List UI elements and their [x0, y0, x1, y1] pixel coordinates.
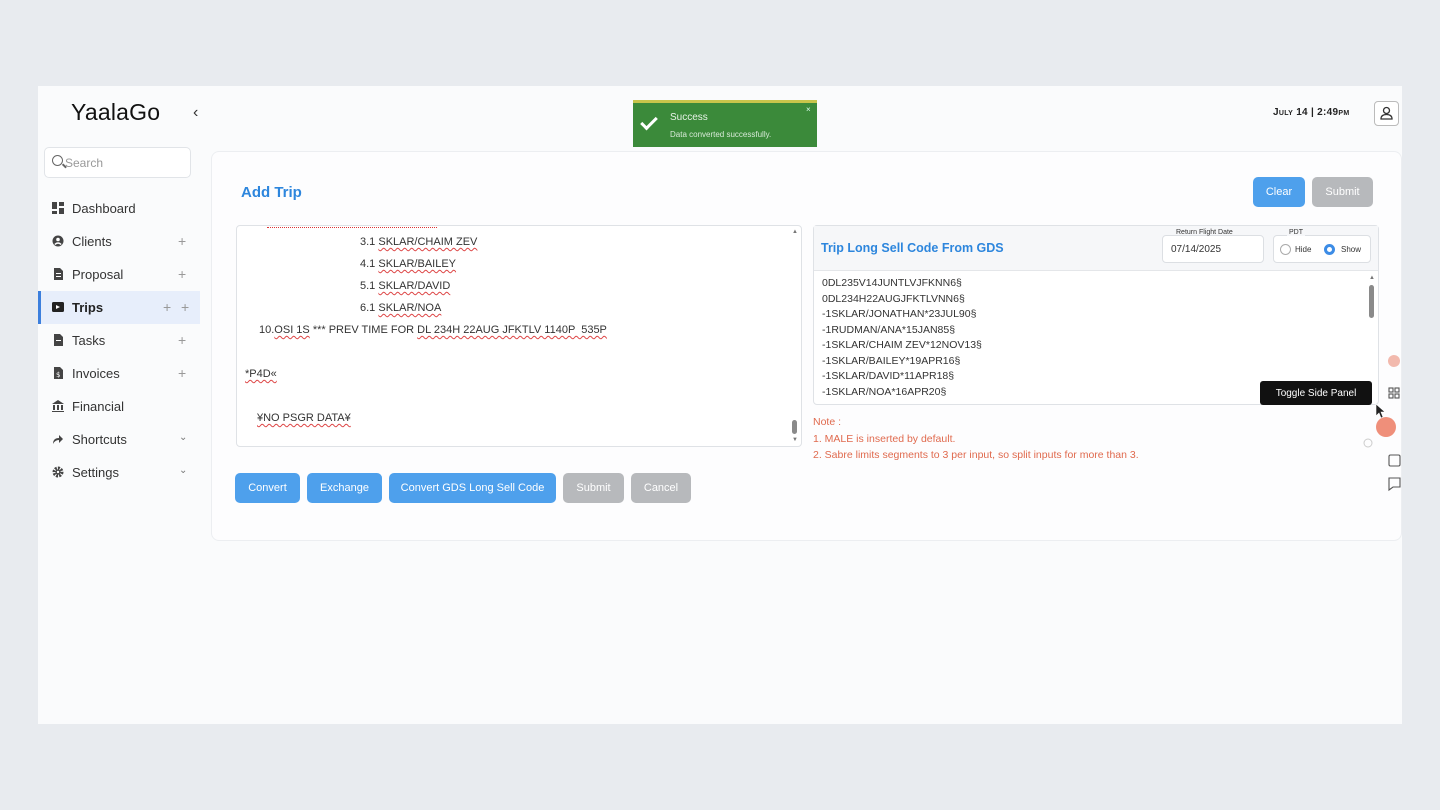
gear-icon: [52, 466, 64, 478]
sidebar-item-label: Dashboard: [72, 201, 136, 216]
scroll-thumb[interactable]: [792, 420, 797, 434]
dashboard-icon: [52, 202, 64, 214]
sidebar-item-shortcuts[interactable]: Shortcuts ⌄: [38, 423, 200, 456]
sidebar-item-label: Invoices: [72, 366, 120, 381]
close-icon[interactable]: ×: [806, 105, 811, 114]
gds-panel-header: Trip Long Sell Code From GDS Return Flig…: [814, 226, 1378, 271]
sidebar-item-tasks[interactable]: Tasks +: [38, 324, 200, 357]
header-datetime: July 14 | 2:49pm: [1273, 107, 1350, 118]
sidebar-item-financial[interactable]: Financial: [38, 390, 200, 423]
user-icon: [1380, 106, 1393, 120]
sidebar-item-dashboard[interactable]: Dashboard: [38, 192, 200, 225]
svg-text:$: $: [56, 371, 60, 379]
chevron-down-icon[interactable]: ⌄: [179, 432, 187, 443]
sidebar-item-label: Tasks: [72, 333, 106, 348]
trips-icon: [52, 302, 64, 312]
clipped-line: [267, 226, 437, 228]
cancel-button[interactable]: Cancel: [631, 473, 691, 503]
gds-panel-title: Trip Long Sell Code From GDS: [821, 241, 1004, 255]
add-trip-alt-button[interactable]: +: [181, 299, 189, 315]
convert-gds-button[interactable]: Convert GDS Long Sell Code: [389, 473, 556, 503]
add-invoice-button[interactable]: +: [178, 365, 186, 381]
gds-panel: Trip Long Sell Code From GDS Return Flig…: [813, 225, 1379, 405]
sidebar-item-label: Proposal: [72, 267, 124, 282]
pdt-show-radio[interactable]: [1324, 244, 1335, 255]
sidebar-nav: Dashboard Clients + Proposal + Trips + +…: [38, 192, 200, 489]
sidebar-item-label: Financial: [72, 399, 125, 414]
shortcut-icon: [53, 435, 63, 444]
sidebar-item-label: Shortcuts: [72, 432, 127, 447]
pnr-line: 5.1 SKLAR/DAVID: [360, 280, 451, 292]
exchange-button[interactable]: Exchange: [307, 473, 382, 503]
toast-title: Success: [670, 112, 708, 123]
sidebar-item-clients[interactable]: Clients +: [38, 225, 200, 258]
bank-icon: [52, 400, 64, 412]
toast-message: Data converted successfully.: [670, 130, 772, 139]
chevron-left-icon[interactable]: ‹: [193, 104, 198, 122]
pnr-no-psgr-line: ¥NO PSGR DATA¥: [257, 412, 351, 424]
submit-top-button[interactable]: Submit: [1312, 177, 1373, 207]
add-trip-button[interactable]: +: [163, 299, 171, 315]
scroll-down-icon[interactable]: ▼: [792, 437, 798, 443]
toggle-side-panel-tooltip: Toggle Side Panel: [1260, 381, 1372, 405]
chevron-down-icon[interactable]: ⌄: [179, 465, 187, 476]
pdt-hide-label: Hide: [1295, 245, 1312, 254]
list-item: 0DL235V14JUNTLVJFKNN6§: [822, 277, 962, 289]
pnr-textarea[interactable]: 3.1 SKLAR/CHAIM ZEV 4.1 SKLAR/BAILEY 5.1…: [236, 225, 802, 447]
sidebar-item-proposal[interactable]: Proposal +: [38, 258, 200, 291]
convert-button[interactable]: Convert: [235, 473, 300, 503]
return-flight-date-input[interactable]: [1162, 235, 1264, 263]
notes-heading: Note :: [813, 416, 842, 428]
pnr-p4d-line: *P4D«: [245, 368, 277, 380]
search-icon: [52, 155, 63, 166]
tasks-icon: [54, 334, 63, 346]
sidebar-item-label: Clients: [72, 234, 112, 249]
pdt-hide-radio[interactable]: [1280, 244, 1291, 255]
search-input[interactable]: [65, 154, 185, 172]
list-item: -1SKLAR/JONATHAN*23JUL90§: [822, 308, 977, 320]
app-window: YaalaGo ‹ Dashboard Clients + Proposal +: [38, 86, 1402, 724]
sidebar-item-settings[interactable]: Settings ⌄: [38, 456, 200, 489]
pdt-show-label: Show: [1341, 245, 1362, 254]
pnr-line: 4.1 SKLAR/BAILEY: [360, 258, 457, 270]
page-title: Add Trip: [241, 184, 302, 201]
return-flight-date-label: Return Flight Date: [1176, 229, 1233, 236]
clear-button[interactable]: Clear: [1253, 177, 1305, 207]
document-icon: [54, 268, 63, 280]
textarea-scrollbar[interactable]: ▲ ▼: [791, 226, 799, 446]
sidebar-item-trips[interactable]: Trips + +: [38, 291, 200, 324]
add-task-button[interactable]: +: [178, 332, 186, 348]
scroll-up-icon[interactable]: ▲: [792, 229, 798, 235]
sidebar-item-label: Trips: [72, 300, 104, 315]
invoice-icon: $: [54, 367, 63, 379]
sidebar: YaalaGo ‹ Dashboard Clients + Proposal +: [38, 86, 200, 724]
pnr-line: 3.1 SKLAR/CHAIM ZEV: [360, 236, 478, 248]
scroll-up-icon[interactable]: ▲: [1369, 275, 1375, 281]
clients-icon: [52, 235, 64, 247]
list-item: -1SKLAR/BAILEY*19APR16§: [822, 354, 961, 367]
list-item: 0DL234H22AUGJFKTLVNN6§: [822, 292, 965, 305]
add-proposal-button[interactable]: +: [178, 266, 186, 282]
pnr-osi-line: 10.OSI 1S *** PREV TIME FOR DL 234H 22AU…: [259, 324, 607, 336]
scroll-thumb[interactable]: [1369, 285, 1374, 318]
pdt-label: PDT: [1287, 229, 1305, 236]
search-box[interactable]: [44, 147, 191, 178]
user-profile-button[interactable]: [1374, 101, 1399, 126]
sidebar-item-label: Settings: [72, 465, 119, 480]
app-logo: YaalaGo: [71, 99, 161, 125]
pdt-toggle-group: Hide Show: [1273, 235, 1371, 263]
note-item: 1. MALE is inserted by default.: [813, 432, 956, 445]
list-item: -1RUDMAN/ANA*15JAN85§: [822, 323, 956, 336]
list-item: -1SKLAR/CHAIM ZEV*12NOV13§: [822, 339, 982, 351]
add-trip-card: Add Trip Clear Submit 3.1 SKLAR/CHAIM ZE…: [211, 151, 1402, 541]
check-icon: [640, 112, 658, 131]
success-toast: Success Data converted successfully. ×: [633, 100, 817, 147]
note-item: 2. Sabre limits segments to 3 per input,…: [813, 449, 1139, 461]
pnr-line: 6.1 SKLAR/NOA: [360, 302, 442, 314]
add-client-button[interactable]: +: [178, 233, 186, 249]
notes-section: Note : 1. MALE is inserted by default. 2…: [813, 414, 1139, 464]
sidebar-item-invoices[interactable]: $ Invoices +: [38, 357, 200, 390]
submit-button[interactable]: Submit: [563, 473, 624, 503]
